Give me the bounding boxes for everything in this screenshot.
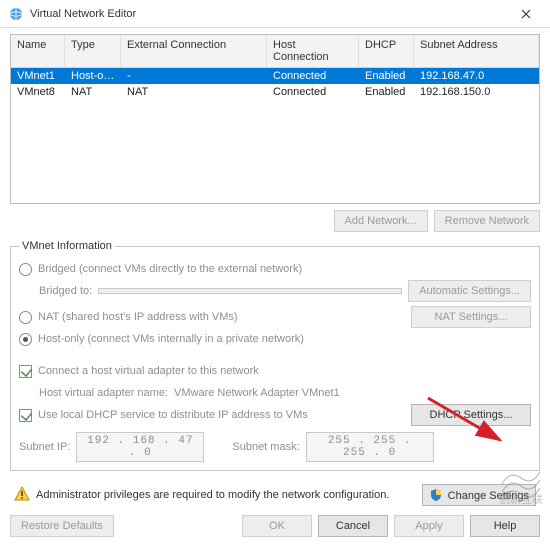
- bridged-to-label: Bridged to:: [39, 285, 92, 297]
- app-icon: [8, 6, 24, 22]
- title-bar: Virtual Network Editor: [0, 0, 550, 28]
- nat-radio: [19, 311, 32, 324]
- subnet-mask-field: 255 . 255 . 255 . 0: [306, 432, 434, 462]
- adapter-name-value: VMware Network Adapter VMnet1: [174, 387, 340, 399]
- vmnet-info-group: VMnet Information Bridged (connect VMs d…: [10, 240, 540, 471]
- bridged-to-combo: [98, 288, 402, 294]
- admin-info-text: Administrator privileges are required to…: [36, 489, 389, 501]
- table-header: Name Type External Connection Host Conne…: [11, 35, 539, 68]
- nat-label: NAT (shared host's IP address with VMs): [38, 311, 238, 323]
- ok-button: OK: [242, 515, 312, 537]
- col-sub[interactable]: Subnet Address: [414, 35, 539, 67]
- apply-button: Apply: [394, 515, 464, 537]
- subnet-ip-field: 192 . 168 . 47 . 0: [76, 432, 204, 462]
- group-legend: VMnet Information: [19, 240, 115, 252]
- network-table[interactable]: Name Type External Connection Host Conne…: [10, 34, 540, 204]
- restore-defaults-button: Restore Defaults: [10, 515, 114, 537]
- connect-adapter-checkbox: [19, 365, 32, 378]
- connect-adapter-label: Connect a host virtual adapter to this n…: [38, 365, 259, 377]
- close-button[interactable]: [506, 1, 546, 27]
- table-row[interactable]: VMnet1 Host-only - Connected Enabled 192…: [11, 68, 539, 84]
- shield-icon: [429, 490, 448, 502]
- watermark: 创新互联: [496, 464, 546, 507]
- dhcp-checkbox: [19, 409, 32, 422]
- add-network-button: Add Network...: [334, 210, 428, 232]
- dhcp-settings-button[interactable]: DHCP Settings...: [411, 404, 531, 426]
- adapter-name-label: Host virtual adapter name:: [39, 387, 168, 399]
- admin-info-bar: Administrator privileges are required to…: [10, 481, 540, 509]
- automatic-settings-button: Automatic Settings...: [408, 280, 531, 302]
- table-row[interactable]: VMnet8 NAT NAT Connected Enabled 192.168…: [11, 84, 539, 100]
- bridged-radio: [19, 263, 32, 276]
- subnet-ip-label: Subnet IP:: [19, 441, 70, 453]
- window-title: Virtual Network Editor: [30, 8, 506, 20]
- svg-text:创新互联: 创新互联: [499, 492, 543, 504]
- remove-network-button: Remove Network: [434, 210, 540, 232]
- col-ext[interactable]: External Connection: [121, 35, 267, 67]
- subnet-mask-label: Subnet mask:: [232, 441, 299, 453]
- bridged-label: Bridged (connect VMs directly to the ext…: [38, 263, 302, 275]
- warning-icon: [14, 486, 30, 505]
- hostonly-label: Host-only (connect VMs internally in a p…: [38, 333, 304, 345]
- close-icon: [521, 9, 531, 19]
- col-name[interactable]: Name: [11, 35, 65, 67]
- col-dhcp[interactable]: DHCP: [359, 35, 414, 67]
- dhcp-label: Use local DHCP service to distribute IP …: [38, 409, 308, 421]
- help-button[interactable]: Help: [470, 515, 540, 537]
- col-type[interactable]: Type: [65, 35, 121, 67]
- nat-settings-button: NAT Settings...: [411, 306, 531, 328]
- cancel-button[interactable]: Cancel: [318, 515, 388, 537]
- hostonly-radio: [19, 333, 32, 346]
- col-host[interactable]: Host Connection: [267, 35, 359, 67]
